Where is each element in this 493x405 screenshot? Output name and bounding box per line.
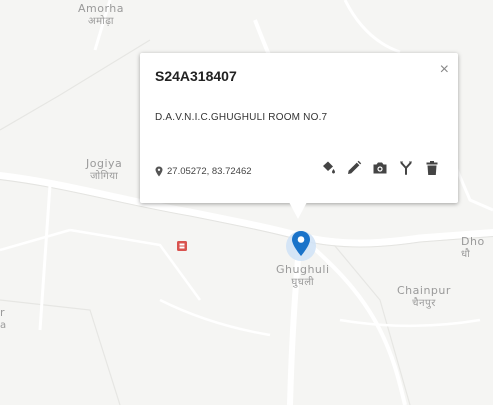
close-button[interactable]: × xyxy=(440,62,449,78)
place-label-chainpur: Chainpur चैनपुर xyxy=(397,284,451,309)
fork-icon[interactable] xyxy=(398,160,414,176)
poi-marker-icon[interactable] xyxy=(176,240,188,252)
popup-coordinates: 27.05272, 83.72462 xyxy=(155,166,252,177)
place-label-dho: Dho धौ xyxy=(461,235,485,260)
pin-small-icon xyxy=(155,166,163,177)
popup-tail xyxy=(289,202,307,219)
place-label-ghughuli: Ghughuli घुघली xyxy=(276,263,330,288)
info-popup: S24A318407 × D.A.V.N.I.C.GHUGHULI ROOM N… xyxy=(140,53,458,219)
place-label-jogiya: Jogiya जोगिया xyxy=(86,157,123,182)
popup-address: D.A.V.N.I.C.GHUGHULI ROOM NO.7 xyxy=(155,112,328,123)
camera-icon[interactable] xyxy=(372,160,388,176)
coordinates-text: 27.05272, 83.72462 xyxy=(167,166,252,177)
place-label-amorha: Amorha अमोढ़ा xyxy=(78,2,125,27)
popup-actions xyxy=(320,160,440,176)
popup-title: S24A318407 xyxy=(155,68,237,84)
paint-bucket-icon[interactable] xyxy=(320,160,336,176)
trash-icon[interactable] xyxy=(424,160,440,176)
location-pin-icon[interactable] xyxy=(285,227,317,263)
place-label-edge: r a xyxy=(0,306,7,331)
map-canvas[interactable]: Amorha अमोढ़ा Jogiya जोगिया Ghughuli घुघ… xyxy=(0,0,493,405)
pencil-icon[interactable] xyxy=(346,160,362,176)
